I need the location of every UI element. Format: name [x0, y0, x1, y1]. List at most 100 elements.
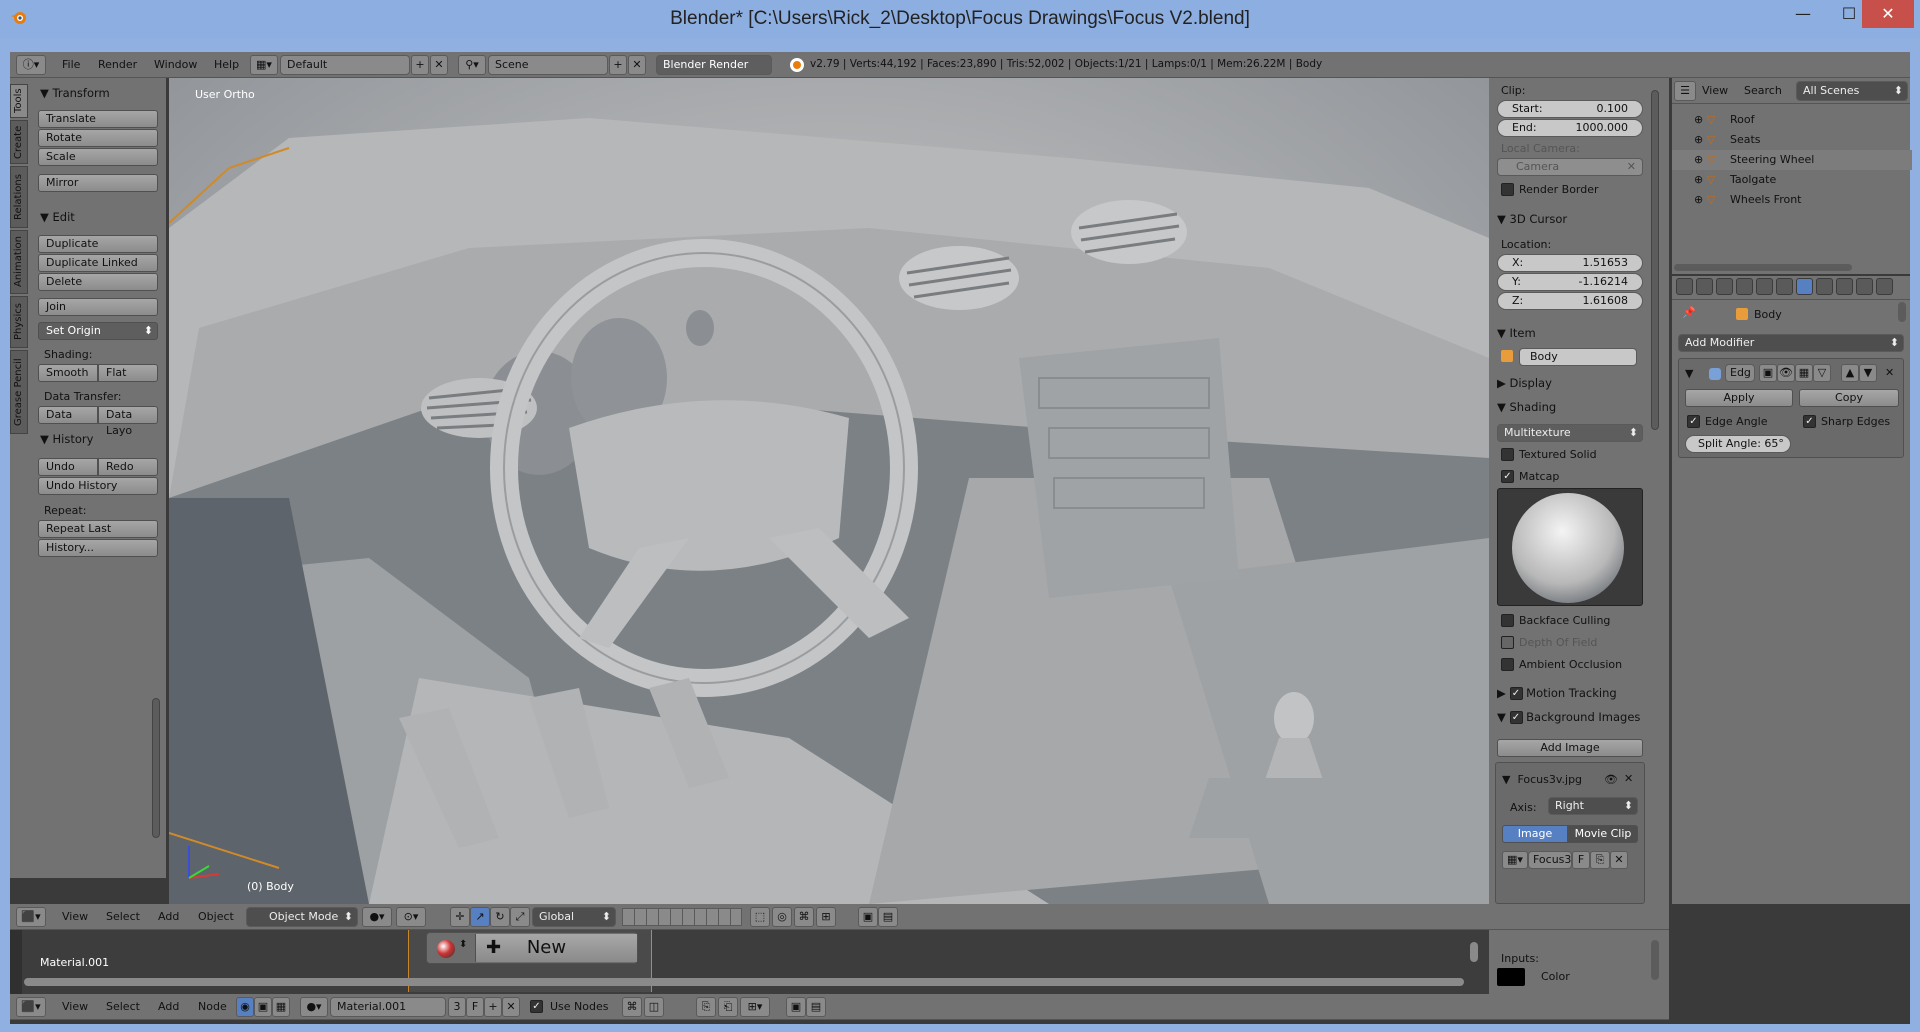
modifiers-tab-icon[interactable]: [1796, 278, 1813, 295]
image-tab[interactable]: Image: [1502, 825, 1568, 843]
duplicate-button[interactable]: Duplicate: [38, 235, 158, 253]
texture-nodes-icon[interactable]: ▣: [254, 997, 272, 1017]
modifier-remove-icon[interactable]: ✕: [1885, 366, 1894, 379]
outliner-item[interactable]: ⊕ ▽ Seats: [1672, 130, 1912, 150]
shading-header[interactable]: ▼ Shading: [1497, 400, 1556, 414]
item-header[interactable]: ▼ Item: [1497, 326, 1536, 340]
local-camera-field[interactable]: Camera ✕: [1497, 158, 1643, 176]
lock-layers-icon[interactable]: ⬚: [750, 907, 770, 927]
movie-clip-tab[interactable]: Movie Clip: [1568, 825, 1638, 843]
node-menu-view[interactable]: View: [62, 1000, 88, 1013]
constraints-tab-icon[interactable]: [1776, 278, 1793, 295]
apply-button[interactable]: Apply: [1685, 389, 1793, 407]
render-border-checkbox[interactable]: [1501, 183, 1514, 196]
clip-end-field[interactable]: End: 1000.000: [1497, 119, 1643, 137]
minimize-button[interactable]: —: [1780, 0, 1826, 28]
set-origin-select[interactable]: Set Origin ⬍: [38, 322, 158, 340]
transform-panel-header[interactable]: ▼ Transform: [40, 86, 110, 100]
object-tab-icon[interactable]: [1756, 278, 1773, 295]
tab-physics[interactable]: Physics: [10, 296, 28, 348]
node-editor[interactable]: Material.001 ⬍ ✚ New Inputs: Color: [10, 930, 1669, 994]
3d-menu-object[interactable]: Object: [198, 910, 234, 923]
world-tab-icon[interactable]: [1736, 278, 1753, 295]
layout-remove-icon[interactable]: ✕: [430, 55, 448, 75]
cursor-y-field[interactable]: Y: -1.16214: [1497, 273, 1643, 291]
material-tab-icon[interactable]: [1836, 278, 1853, 295]
close-button[interactable]: ✕: [1862, 0, 1914, 28]
menu-help[interactable]: Help: [214, 58, 239, 71]
outliner-editor-icon[interactable]: ☰: [1674, 81, 1696, 101]
use-nodes-checkbox[interactable]: ✓: [530, 1000, 543, 1013]
node-vscrollbar[interactable]: [1470, 942, 1478, 962]
rotate-manipulator-icon[interactable]: ↻: [490, 907, 510, 927]
tab-grease-pencil[interactable]: Grease Pencil: [10, 350, 28, 434]
object-mode-select[interactable]: Object Mode ⬍: [246, 907, 358, 927]
menu-render[interactable]: Render: [98, 58, 137, 71]
texture-tab-icon[interactable]: [1856, 278, 1873, 295]
data-button[interactable]: Data: [38, 406, 98, 424]
particles-tab-icon[interactable]: [1876, 278, 1893, 295]
translate-button[interactable]: Translate: [38, 110, 158, 128]
snap-icon[interactable]: ⌘: [794, 907, 814, 927]
modifier-name-field[interactable]: Edg: [1725, 364, 1755, 382]
matcap-checkbox[interactable]: ✓: [1501, 470, 1514, 483]
modifier-collapse-icon[interactable]: ▼: [1685, 367, 1693, 380]
axis-select[interactable]: Right ⬍: [1548, 797, 1638, 815]
material-slot-icon[interactable]: ●▾: [300, 997, 328, 1017]
material-remove-icon[interactable]: ✕: [502, 997, 520, 1017]
add-image-button[interactable]: Add Image: [1497, 739, 1643, 757]
material-browse-icon[interactable]: ⬍: [459, 939, 467, 950]
eye-icon[interactable]: 👁: [1604, 773, 1618, 786]
join-button[interactable]: Join: [38, 298, 158, 316]
node-sidebar-scrollbar[interactable]: [1651, 940, 1659, 980]
node-editor-type-icon[interactable]: ⬛▾: [16, 997, 46, 1017]
item-name-field[interactable]: Body: [1519, 348, 1637, 366]
tab-tools[interactable]: Tools: [10, 84, 28, 118]
ambient-occlusion-checkbox[interactable]: [1501, 658, 1514, 671]
outliner-hscrollbar[interactable]: [1674, 264, 1852, 271]
modifier-cage-icon[interactable]: ▽: [1813, 364, 1831, 382]
motion-tracking-header[interactable]: ▶ ✓ Motion Tracking: [1497, 686, 1617, 700]
pivot-icon[interactable]: ⊙▾: [396, 907, 426, 927]
delete-button[interactable]: Delete: [38, 273, 158, 291]
viewport-shading-icon[interactable]: ●▾: [362, 907, 392, 927]
image-fake-user[interactable]: F: [1572, 851, 1590, 869]
split-angle-field[interactable]: Split Angle: 65°: [1685, 435, 1791, 453]
background-images-header[interactable]: ▼ ✓ Background Images: [1497, 710, 1640, 724]
scene-icon[interactable]: ⚲▾: [458, 55, 486, 75]
node-snap-icon[interactable]: ⌘: [622, 997, 642, 1017]
new-material-widget[interactable]: ⬍ ✚ New: [426, 932, 638, 964]
3d-cursor-header[interactable]: ▼ 3D Cursor: [1497, 212, 1567, 226]
edge-angle-checkbox[interactable]: ✓: [1687, 415, 1700, 428]
matcap-preview[interactable]: [1497, 488, 1643, 606]
3d-menu-select[interactable]: Select: [106, 910, 140, 923]
modifier-render-icon[interactable]: ▣: [1759, 364, 1777, 382]
image-block-field[interactable]: Focus3: [1528, 851, 1572, 869]
node-snap-target-icon[interactable]: ⊞▾: [740, 997, 770, 1017]
smooth-button[interactable]: Smooth: [38, 364, 98, 382]
scene-tab-icon[interactable]: [1716, 278, 1733, 295]
node-render-anim-icon[interactable]: ▤: [806, 997, 826, 1017]
layers-tab-icon[interactable]: [1696, 278, 1713, 295]
orientation-select[interactable]: Global ⬍: [532, 907, 616, 927]
new-button[interactable]: ✚ New: [475, 934, 637, 962]
data-layout-button[interactable]: Data Layo: [98, 406, 158, 437]
properties-scrollbar[interactable]: [1651, 90, 1659, 430]
3d-view-editor-icon[interactable]: ⬛▾: [16, 907, 46, 927]
history-panel-header[interactable]: ▼ History: [40, 432, 93, 446]
outliner-item[interactable]: ⊕ ▽ Roof: [1672, 110, 1912, 130]
data-tab-icon[interactable]: [1816, 278, 1833, 295]
shader-nodes-icon[interactable]: ◉: [236, 997, 254, 1017]
tab-create[interactable]: Create: [10, 120, 28, 164]
outliner-menu-search[interactable]: Search: [1744, 84, 1782, 97]
duplicate-linked-button[interactable]: Duplicate Linked: [38, 254, 158, 272]
copy-button[interactable]: Copy: [1799, 389, 1899, 407]
modifier-view-icon[interactable]: 👁: [1777, 364, 1795, 382]
render-still-icon[interactable]: ▣: [858, 907, 878, 927]
mirror-button[interactable]: Mirror: [38, 174, 158, 192]
backface-culling-checkbox[interactable]: [1501, 614, 1514, 627]
editor-type-icon[interactable]: ⓘ▾: [16, 55, 46, 75]
modifier-down-icon[interactable]: ▼: [1859, 364, 1877, 382]
outliner-item[interactable]: ⊕ ▽ Wheels Front: [1672, 190, 1912, 210]
image-unlink-icon[interactable]: ✕: [1610, 851, 1628, 869]
